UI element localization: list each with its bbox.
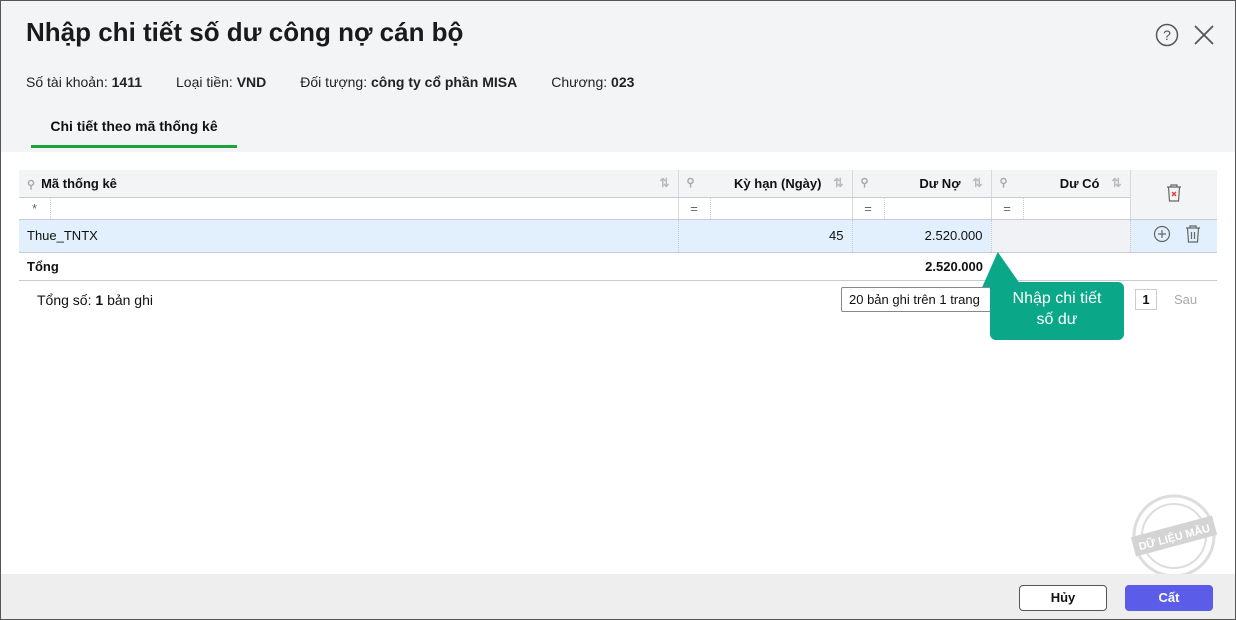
sort-icon[interactable]: ⇅ [659, 176, 669, 190]
filter-stat-code[interactable]: * [19, 197, 679, 220]
delete-all-cell [1130, 170, 1217, 220]
tooltip: Nhập chi tiết số dư [990, 282, 1124, 340]
sort-icon[interactable]: ⇅ [1111, 176, 1121, 190]
cancel-button[interactable]: Hủy [1019, 585, 1107, 611]
cell-term[interactable]: 45 [678, 219, 853, 253]
dialog-title: Nhập chi tiết số dư công nợ cán bộ [26, 17, 464, 47]
col-credit[interactable]: ⚲ ⇅ Dư Có [991, 170, 1131, 198]
filter-debit[interactable]: = [852, 197, 992, 220]
currency: Loại tiền: VND [176, 74, 267, 90]
pin-icon[interactable]: ⚲ [1000, 176, 1008, 189]
sort-icon[interactable]: ⇅ [833, 176, 843, 190]
help-icon[interactable]: ? [1155, 23, 1179, 47]
account-number: Số tài khoản: 1411 [26, 74, 142, 90]
svg-text:?: ? [1163, 27, 1171, 43]
col-stat-code[interactable]: ⚲ Mã thống kê ⇅ [19, 170, 679, 198]
save-button[interactable]: Cất [1125, 585, 1213, 611]
page-number[interactable]: 1 [1135, 289, 1157, 310]
sample-data-stamp: DỮ LIỆU MẪU [1130, 494, 1218, 578]
pin-icon[interactable]: ⚲ [861, 176, 869, 189]
cell-stat-code[interactable]: Thue_TNTX [19, 219, 679, 253]
grid-header: ⚲ Mã thống kê ⇅ ⚲ ⇅ Kỳ hạn (Ngày) ⚲ ⇅ Dư Nợ ⚲ ⇅… [19, 170, 1217, 220]
cell-debit[interactable]: 2.520.000 [852, 219, 992, 253]
chapter: Chương: 023 [551, 74, 635, 90]
sort-icon[interactable]: ⇅ [972, 176, 982, 190]
filter-term[interactable]: = [678, 197, 853, 220]
dialog-header: Nhập chi tiết số dư công nợ cán bộ ? Số … [1, 1, 1235, 152]
detail-grid: ⚲ Mã thống kê ⇅ ⚲ ⇅ Kỳ hạn (Ngày) ⚲ ⇅ Dư Nợ ⚲ ⇅… [19, 170, 1217, 281]
add-row-icon[interactable] [1153, 225, 1171, 243]
pin-icon[interactable]: ⚲ [687, 176, 695, 189]
total-row: Tổng 2.520.000 [19, 252, 1217, 281]
row-actions [1130, 219, 1217, 253]
cell-credit[interactable] [991, 219, 1131, 253]
delete-row-icon[interactable] [1185, 225, 1201, 243]
table-row: Thue_TNTX 45 2.520.000 [19, 219, 1217, 253]
col-debit[interactable]: ⚲ ⇅ Dư Nợ [852, 170, 992, 198]
record-count: Tổng số: 1 bản ghi [37, 292, 153, 308]
filter-credit[interactable]: = [991, 197, 1131, 220]
account-info: Số tài khoản: 1411 Loại tiền: VND Đối tư… [26, 74, 634, 90]
close-icon[interactable] [1193, 24, 1215, 46]
page-size-select[interactable]: 20 bản ghi trên 1 trang [841, 287, 991, 312]
delete-all-icon[interactable] [1166, 184, 1182, 202]
pin-icon[interactable]: ⚲ [27, 179, 35, 191]
tab-stat-code-detail[interactable]: Chi tiết theo mã thống kê [31, 118, 237, 148]
next-page-button[interactable]: Sau [1174, 292, 1197, 307]
subject: Đối tượng: công ty cổ phần MISA [300, 74, 518, 90]
filter-row: * = = = [19, 197, 1217, 220]
total-label: Tổng [19, 252, 678, 281]
col-term[interactable]: ⚲ ⇅ Kỳ hạn (Ngày) [678, 170, 853, 198]
